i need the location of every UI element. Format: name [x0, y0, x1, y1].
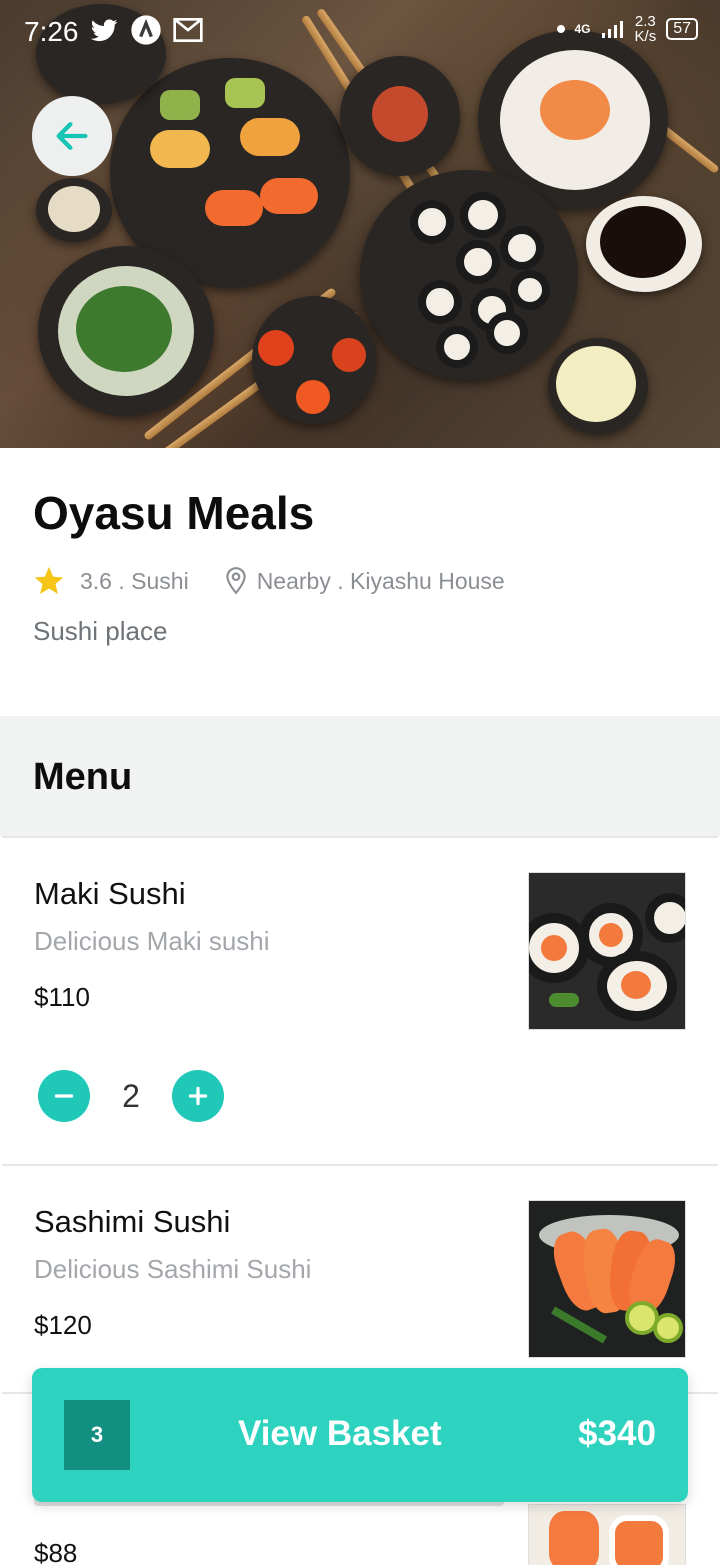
menu-item-price: $88 — [34, 1538, 78, 1565]
maki-sushi-image — [528, 872, 686, 1030]
star-icon — [34, 566, 64, 595]
minus-icon — [54, 1094, 74, 1098]
twitter-icon — [90, 19, 118, 42]
view-basket-button[interactable]: 3 View Basket $340 — [32, 1368, 688, 1502]
menu-item-price: $110 — [34, 982, 90, 1012]
menu-item-description: Delicious Maki sushi — [34, 926, 270, 956]
basket-item-count: 3 — [64, 1400, 130, 1470]
menu-item-description: Delicious Sashimi Sushi — [34, 1254, 312, 1284]
location-pin-icon — [226, 567, 246, 595]
quantity-value: 2 — [122, 1077, 140, 1114]
menu-item[interactable]: Maki Sushi Delicious Maki sushi $110 2 — [2, 836, 718, 1164]
status-bar: 7:26 4G 2.3 K/s 57 — [0, 0, 720, 66]
rating-category: 3.6 . Sushi — [80, 567, 189, 594]
restaurant-name: Oyasu Meals — [33, 487, 315, 539]
arrow-left-icon — [56, 122, 88, 150]
status-time: 7:26 — [24, 16, 79, 47]
system-status-icons: 4G 2.3 K/s 57 — [556, 13, 698, 45]
sushi-roll-image — [528, 1504, 686, 1565]
decrement-button[interactable] — [38, 1070, 90, 1122]
signal-icon — [601, 21, 623, 38]
battery-indicator: 57 — [666, 18, 698, 40]
dot-icon — [556, 25, 565, 33]
increment-button[interactable] — [172, 1070, 224, 1122]
restaurant-meta: 3.6 . Sushi Nearby . Kiyashu House — [32, 564, 505, 598]
menu-header: Menu — [0, 716, 720, 836]
menu-item-name: Sashimi Sushi — [34, 1204, 231, 1239]
notification-icons — [88, 14, 204, 46]
back-button[interactable] — [32, 96, 112, 176]
network-speed: 2.3 K/s — [634, 13, 657, 45]
restaurant-info: Oyasu Meals 3.6 . Sushi Nearby . Kiyashu… — [0, 448, 720, 716]
sashimi-sushi-image — [528, 1200, 686, 1358]
network-type: 4G — [574, 22, 591, 36]
menu-item-name: Maki Sushi — [34, 876, 186, 911]
restaurant-hero-image — [0, 0, 720, 448]
quantity-stepper: 2 — [38, 1070, 224, 1122]
restaurant-description: Sushi place — [33, 616, 168, 646]
menu-title: Menu — [33, 756, 133, 798]
app-notification-icon — [131, 15, 161, 45]
menu-item-price: $120 — [34, 1310, 92, 1340]
basket-total: $340 — [578, 1414, 656, 1453]
view-basket-label: View Basket — [238, 1414, 442, 1453]
menu-item[interactable]: Sashimi Sushi Delicious Sashimi Sushi $1… — [2, 1164, 718, 1392]
location-text: Nearby . Kiyashu House — [256, 567, 505, 594]
plus-icon — [188, 1086, 208, 1106]
gmail-icon — [173, 18, 203, 42]
